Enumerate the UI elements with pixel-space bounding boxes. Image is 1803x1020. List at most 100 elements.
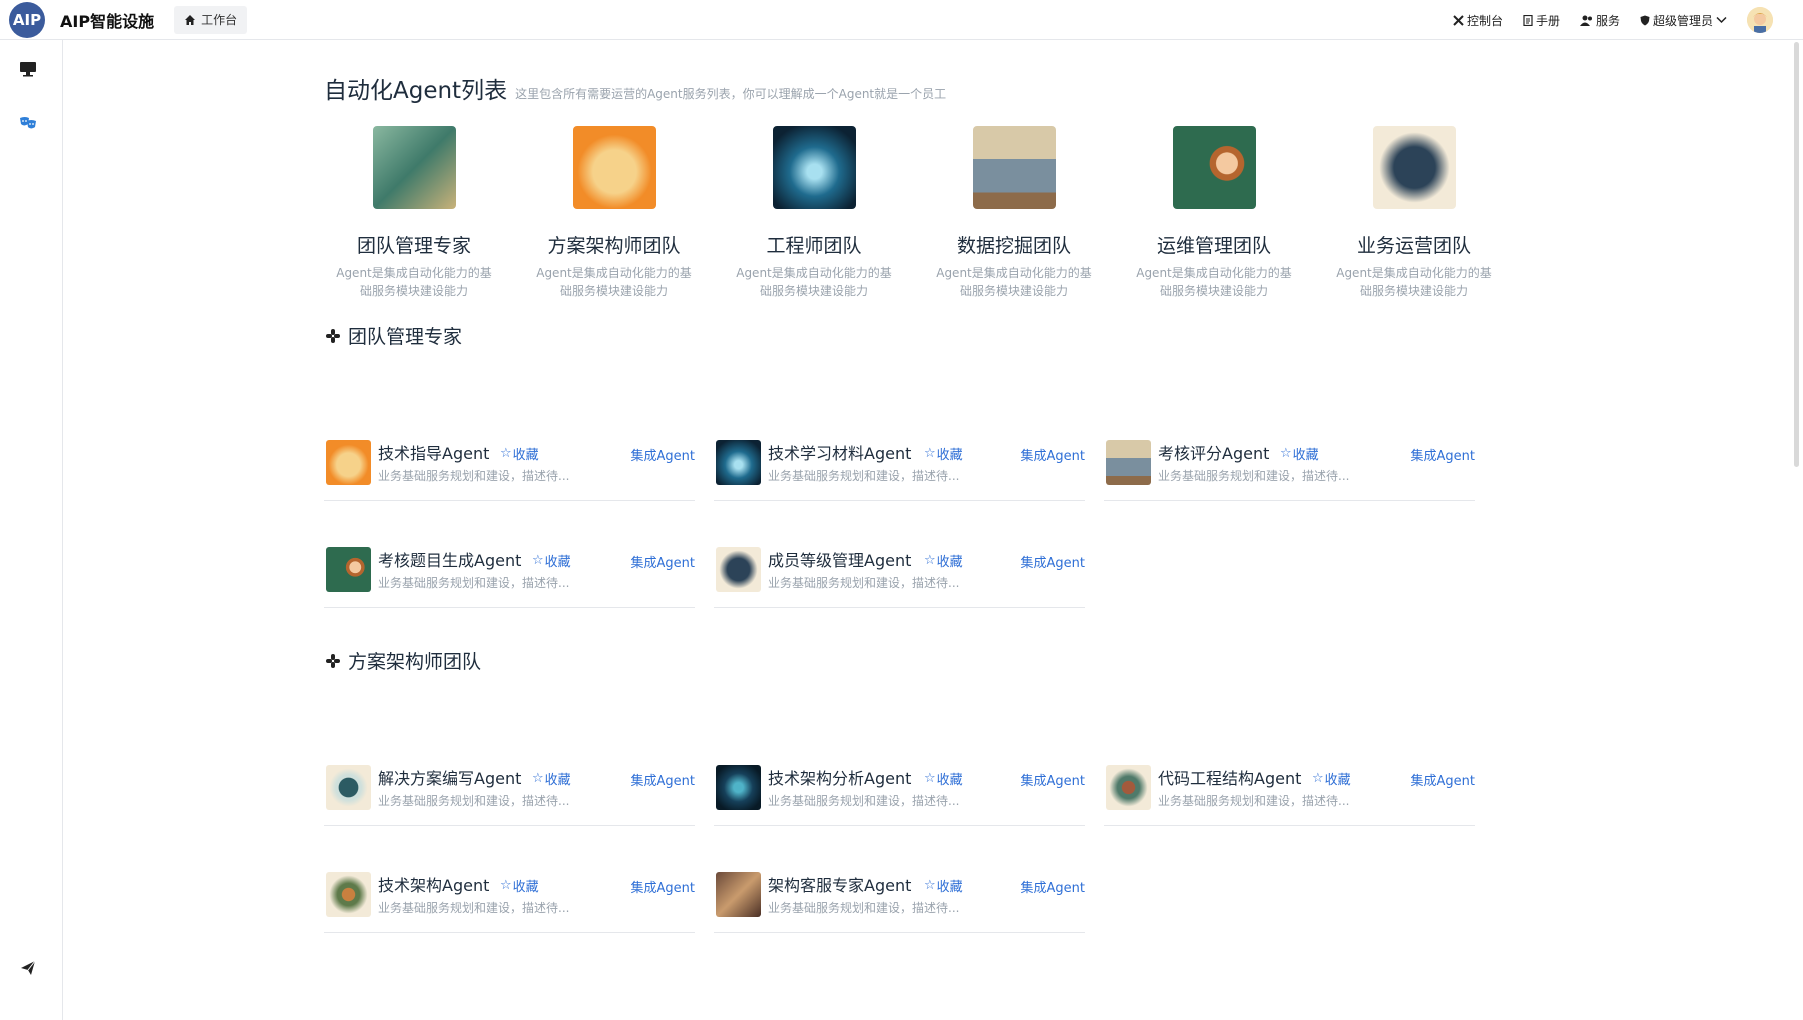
favorite-button[interactable]: ☆ 收藏 <box>532 769 571 788</box>
agent-name[interactable]: 技术架构分析Agent <box>768 765 911 789</box>
favorite-label: 收藏 <box>544 773 571 788</box>
brand-name[interactable]: AIP智能设施 <box>60 8 154 32</box>
manual-label: 手册 <box>1535 13 1560 28</box>
agent-image <box>1106 765 1151 810</box>
favorite-label: 收藏 <box>936 555 963 570</box>
integrate-agent-link[interactable]: 集成Agent <box>1021 445 1085 464</box>
send-icon[interactable] <box>18 958 38 978</box>
page-subtitle: 这里包含所有需要运营的Agent服务列表，你可以理解成一个Agent就是一个员工 <box>515 87 947 101</box>
favorite-button[interactable]: ☆ 收藏 <box>1312 769 1351 788</box>
integrate-agent-link[interactable]: 集成Agent <box>631 877 695 896</box>
slack-icon <box>326 328 340 343</box>
avatar[interactable] <box>1747 7 1773 33</box>
agent-card[interactable]: 成员等级管理Agent ☆ 收藏 集成Agent 业务基础服务规划和建设，描述待.… <box>714 530 1085 608</box>
favorite-button[interactable]: ☆ 收藏 <box>924 444 963 463</box>
team-card[interactable]: 工程师团队 Agent是集成自动化能力的基础服务模块建设能力 <box>724 126 904 300</box>
agent-card[interactable]: 代码工程结构Agent ☆ 收藏 集成Agent 业务基础服务规划和建设，描述待.… <box>1104 748 1475 826</box>
team-image <box>772 126 856 209</box>
agent-card[interactable]: 考核评分Agent ☆ 收藏 集成Agent 业务基础服务规划和建设，描述待... <box>1104 423 1475 501</box>
integrate-agent-link[interactable]: 集成Agent <box>1021 877 1085 896</box>
favorite-button[interactable]: ☆ 收藏 <box>500 876 539 895</box>
agent-desc: 业务基础服务规划和建设，描述待... <box>1158 469 1350 483</box>
agent-card[interactable]: 技术架构分析Agent ☆ 收藏 集成Agent 业务基础服务规划和建设，描述待.… <box>714 748 1085 826</box>
agent-card[interactable]: 技术学习材料Agent ☆ 收藏 集成Agent 业务基础服务规划和建设，描述待.… <box>714 423 1085 501</box>
agent-name[interactable]: 考核题目生成Agent <box>378 547 521 571</box>
team-name: 运维管理团队 <box>1156 235 1271 257</box>
team-desc: Agent是集成自动化能力的基础服务模块建设能力 <box>536 266 692 298</box>
favorite-button[interactable]: ☆ 收藏 <box>924 769 963 788</box>
integrate-agent-link[interactable]: 集成Agent <box>631 552 695 571</box>
console-label: 控制台 <box>1466 13 1503 28</box>
star-icon: ☆ <box>532 553 544 568</box>
monitor-icon[interactable] <box>18 59 38 79</box>
star-icon: ☆ <box>924 553 936 568</box>
agent-name[interactable]: 技术指导Agent <box>378 440 489 464</box>
agent-name[interactable]: 架构客服专家Agent <box>768 872 911 896</box>
favorite-button[interactable]: ☆ 收藏 <box>532 551 571 570</box>
console-link[interactable]: 控制台 <box>1453 12 1503 29</box>
app-logo[interactable]: AIP <box>9 1 45 38</box>
service-link[interactable]: 服务 <box>1579 12 1620 29</box>
agent-desc: 业务基础服务规划和建设，描述待... <box>378 576 570 590</box>
page-header: 自动化Agent列表 这里包含所有需要运营的Agent服务列表，你可以理解成一个… <box>324 71 946 105</box>
favorite-label: 收藏 <box>512 448 539 463</box>
sidebar <box>0 40 63 1020</box>
agent-desc: 业务基础服务规划和建设，描述待... <box>768 469 960 483</box>
star-icon: ☆ <box>1312 771 1324 786</box>
agent-image <box>326 765 371 810</box>
agent-name[interactable]: 解决方案编写Agent <box>378 765 521 789</box>
favorite-label: 收藏 <box>936 880 963 895</box>
agent-image <box>326 872 371 917</box>
tab-workbench[interactable]: 工作台 <box>174 5 248 34</box>
agent-card[interactable]: 解决方案编写Agent ☆ 收藏 集成Agent 业务基础服务规划和建设，描述待.… <box>324 748 695 826</box>
page-title: 自动化Agent列表 <box>324 78 508 104</box>
agent-name[interactable]: 技术学习材料Agent <box>768 440 911 464</box>
agent-card[interactable]: 架构客服专家Agent ☆ 收藏 集成Agent 业务基础服务规划和建设，描述待.… <box>714 855 1085 933</box>
integrate-agent-link[interactable]: 集成Agent <box>631 770 695 789</box>
team-card[interactable]: 数据挖掘团队 Agent是集成自动化能力的基础服务模块建设能力 <box>924 126 1104 300</box>
agent-card[interactable]: 考核题目生成Agent ☆ 收藏 集成Agent 业务基础服务规划和建设，描述待.… <box>324 530 695 608</box>
scrollbar[interactable] <box>1794 42 1799 467</box>
home-icon <box>185 14 196 25</box>
team-card[interactable]: 团队管理专家 Agent是集成自动化能力的基础服务模块建设能力 <box>324 126 504 300</box>
agent-card[interactable]: 技术架构Agent ☆ 收藏 集成Agent 业务基础服务规划和建设，描述待... <box>324 855 695 933</box>
star-icon: ☆ <box>532 771 544 786</box>
slack-icon <box>326 653 340 668</box>
integrate-agent-link[interactable]: 集成Agent <box>1021 770 1085 789</box>
star-icon: ☆ <box>924 446 936 461</box>
favorite-label: 收藏 <box>544 555 571 570</box>
team-desc: Agent是集成自动化能力的基础服务模块建设能力 <box>736 266 892 298</box>
integrate-agent-link[interactable]: 集成Agent <box>631 445 695 464</box>
agent-name[interactable]: 考核评分Agent <box>1158 440 1269 464</box>
team-image <box>972 126 1056 209</box>
agent-desc: 业务基础服务规划和建设，描述待... <box>1158 794 1350 808</box>
agent-card[interactable]: 技术指导Agent ☆ 收藏 集成Agent 业务基础服务规划和建设，描述待... <box>324 423 695 501</box>
team-card[interactable]: 方案架构师团队 Agent是集成自动化能力的基础服务模块建设能力 <box>524 126 704 300</box>
favorite-button[interactable]: ☆ 收藏 <box>924 551 963 570</box>
manual-link[interactable]: 手册 <box>1523 12 1560 29</box>
agent-desc: 业务基础服务规划和建设，描述待... <box>768 794 960 808</box>
favorite-button[interactable]: ☆ 收藏 <box>924 876 963 895</box>
team-card[interactable]: 业务运营团队 Agent是集成自动化能力的基础服务模块建设能力 <box>1324 126 1504 300</box>
agent-desc: 业务基础服务规划和建设，描述待... <box>768 901 960 915</box>
masks-icon[interactable] <box>18 113 38 133</box>
favorite-label: 收藏 <box>1292 448 1319 463</box>
agent-name[interactable]: 技术架构Agent <box>378 872 489 896</box>
team-name: 团队管理专家 <box>356 235 471 257</box>
team-name: 数据挖掘团队 <box>956 235 1071 257</box>
tools-icon <box>1453 14 1464 26</box>
team-card[interactable]: 运维管理团队 Agent是集成自动化能力的基础服务模块建设能力 <box>1124 126 1304 300</box>
user-role-label: 超级管理员 <box>1652 13 1713 28</box>
favorite-button[interactable]: ☆ 收藏 <box>500 444 539 463</box>
integrate-agent-link[interactable]: 集成Agent <box>1021 552 1085 571</box>
team-desc: Agent是集成自动化能力的基础服务模块建设能力 <box>1136 266 1292 298</box>
integrate-agent-link[interactable]: 集成Agent <box>1411 770 1475 789</box>
agent-name[interactable]: 代码工程结构Agent <box>1158 765 1301 789</box>
tab-workbench-label: 工作台 <box>201 13 238 27</box>
favorite-button[interactable]: ☆ 收藏 <box>1280 444 1319 463</box>
user-menu[interactable]: 超级管理员 <box>1640 12 1727 29</box>
agent-image <box>326 440 371 485</box>
agent-name[interactable]: 成员等级管理Agent <box>768 547 911 571</box>
favorite-label: 收藏 <box>936 448 963 463</box>
integrate-agent-link[interactable]: 集成Agent <box>1411 445 1475 464</box>
